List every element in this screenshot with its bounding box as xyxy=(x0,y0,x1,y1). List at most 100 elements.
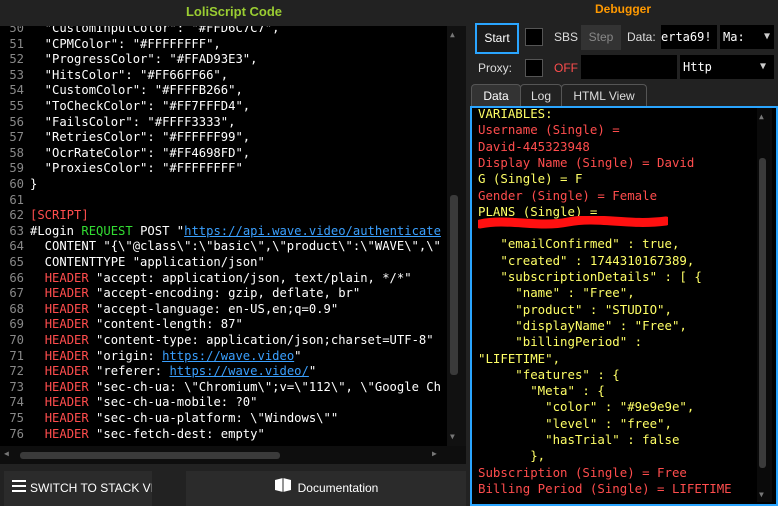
scroll-left-arrow-icon[interactable]: ◀ xyxy=(4,449,9,458)
code-token: HEADER xyxy=(44,348,89,363)
proxy-type-select-value: Http xyxy=(683,60,712,74)
debug-line: David-445323948 xyxy=(478,138,590,154)
code-line: 58 "OcrRateColor": "#FF4698FD", xyxy=(0,146,440,162)
code-token: "CustomColor": "#FFFFB266", xyxy=(30,83,243,98)
code-token: HEADER xyxy=(44,301,89,316)
line-number: 75 xyxy=(9,411,24,425)
proxy-input[interactable] xyxy=(581,55,677,79)
line-number: 64 xyxy=(9,239,24,254)
code-text: HEADER "accept-encoding: gzip, deflate, … xyxy=(30,286,361,302)
start-button[interactable]: Start xyxy=(475,23,519,54)
code-text: "ProxiesColor": "#FFFFFFFF" xyxy=(30,161,243,177)
scroll-down-arrow-icon[interactable]: ▼ xyxy=(759,490,764,499)
code-token: "CustomInputColor": "#FFD6C7C7", xyxy=(30,26,280,35)
code-line: 67 HEADER "accept-encoding: gzip, deflat… xyxy=(0,286,440,302)
data-label: Data: xyxy=(627,30,656,44)
line-number: 58 xyxy=(9,145,24,160)
switch-to-stack-view-button[interactable]: SWITCH TO STACK VIE xyxy=(4,471,152,506)
code-text: "RetriesColor": "#FFFFFF99", xyxy=(30,130,250,146)
code-line: 71 HEADER "origin: https://wave.video" xyxy=(0,349,440,365)
code-pane: LoliScript Code 50 "CustomInputColor": "… xyxy=(0,0,468,506)
debug-line: Username (Single) = xyxy=(478,122,620,138)
line-number: 54 xyxy=(9,83,24,98)
code-link[interactable]: https://wave.video xyxy=(162,349,294,363)
code-editor[interactable]: 50 "CustomInputColor": "#FFD6C7C7", 51 "C… xyxy=(0,26,466,446)
debug-vertical-scroll-thumb[interactable] xyxy=(759,158,766,468)
hamburger-icon xyxy=(12,471,26,506)
line-number: 57 xyxy=(9,130,24,145)
line-number: 51 xyxy=(9,36,24,51)
chevron-down-icon: ▼ xyxy=(763,31,770,42)
code-text: "CPMColor": "#FFFFFFFF", xyxy=(30,37,221,53)
code-text: "HitsColor": "#FF66FF66", xyxy=(30,68,228,84)
documentation-button[interactable]: Documentation xyxy=(186,471,466,506)
data-type-select[interactable]: Ma: ▼ xyxy=(720,25,774,49)
debug-output-panel[interactable]: VARIABLES: Username (Single) = David-44532… xyxy=(470,106,778,506)
code-line: 65 CONTENTTYPE "application/json" xyxy=(0,255,440,271)
code-text: HEADER "sec-fetch-dest: empty" xyxy=(30,427,265,443)
code-link[interactable]: https://wave.video/ xyxy=(169,364,308,378)
debug-line: VARIABLES: xyxy=(478,106,553,121)
debug-line: }, xyxy=(478,448,546,464)
tab-data[interactable]: Data xyxy=(471,84,521,107)
line-number: 67 xyxy=(9,286,24,301)
book-icon xyxy=(274,471,292,506)
code-token: POST " xyxy=(132,223,185,238)
debug-line: "hasTrial" : false xyxy=(478,432,680,447)
debug-line: Billing Period (Single) = LIFETIME xyxy=(478,480,732,496)
code-token: "origin: xyxy=(88,348,163,363)
code-link[interactable]: https://api.wave.video/authenticate xyxy=(184,224,441,238)
data-input[interactable]: erta69! xyxy=(661,25,717,49)
redaction-scribble xyxy=(478,216,668,229)
code-token: HEADER xyxy=(44,286,89,301)
code-token: "sec-ch-ua-platform: \"Windows\"" xyxy=(88,411,339,425)
line-number: 76 xyxy=(9,426,24,441)
debug-line: "color" : "#9e9e9e", xyxy=(478,399,695,415)
code-token: HEADER xyxy=(44,411,89,425)
line-number: 59 xyxy=(9,161,24,176)
code-text: "FailsColor": "#FFFF3333", xyxy=(30,115,236,131)
code-token: "ToCheckColor": "#FF7FFFD4", xyxy=(30,99,251,113)
line-number: 53 xyxy=(9,67,24,82)
editor-horizontal-scroll-thumb[interactable] xyxy=(20,452,280,459)
line-number: 56 xyxy=(9,114,24,129)
code-text: } xyxy=(30,177,37,193)
code-line: 50 "CustomInputColor": "#FFD6C7C7", xyxy=(0,26,440,37)
debug-line: "subscriptionDetails" : [ { xyxy=(478,269,702,284)
step-button[interactable]: Step xyxy=(581,25,621,50)
code-text: HEADER "content-length: 87" xyxy=(30,317,243,333)
debug-line: Display Name (Single) = David xyxy=(478,154,695,170)
line-number: 60 xyxy=(9,177,24,191)
scroll-up-arrow-icon[interactable]: ▲ xyxy=(450,30,455,39)
code-line: 52 "ProgressColor": "#FFAD93E3", xyxy=(0,52,440,68)
sbs-checkbox[interactable] xyxy=(525,28,543,46)
proxy-label: Proxy: xyxy=(478,61,513,75)
code-line: 59 "ProxiesColor": "#FFFFFFFF" xyxy=(0,161,440,177)
code-token: HEADER xyxy=(44,379,89,394)
code-line: 53 "HitsColor": "#FF66FF66", xyxy=(0,68,440,84)
tab-html-view[interactable]: HTML View xyxy=(561,84,647,107)
code-text: "OcrRateColor": "#FF4698FD", xyxy=(30,146,250,162)
code-line: 51 "CPMColor": "#FFFFFFFF", xyxy=(0,37,440,53)
line-number: 71 xyxy=(9,348,24,363)
scroll-right-arrow-icon[interactable]: ▶ xyxy=(432,449,437,458)
code-line: 63 #Login REQUEST POST "https://api.wave.… xyxy=(0,223,441,240)
scroll-down-arrow-icon[interactable]: ▼ xyxy=(450,432,455,441)
proxy-state: OFF xyxy=(554,61,578,75)
code-token: "content-type: application/json;charset=… xyxy=(88,333,434,347)
editor-vertical-scroll-thumb[interactable] xyxy=(450,195,458,375)
line-number: 72 xyxy=(9,364,24,379)
proxy-checkbox[interactable] xyxy=(525,59,543,77)
line-number: 68 xyxy=(9,301,24,316)
scroll-up-arrow-icon[interactable]: ▲ xyxy=(759,112,764,121)
debug-line: "created" : 1744310167389, xyxy=(478,252,695,268)
proxy-type-select[interactable]: Http ▼ xyxy=(680,55,774,79)
tab-log[interactable]: Log xyxy=(520,84,562,107)
code-text: "CustomInputColor": "#FFD6C7C7", xyxy=(30,26,280,37)
line-number: 74 xyxy=(9,395,24,410)
code-token: " xyxy=(294,348,302,363)
